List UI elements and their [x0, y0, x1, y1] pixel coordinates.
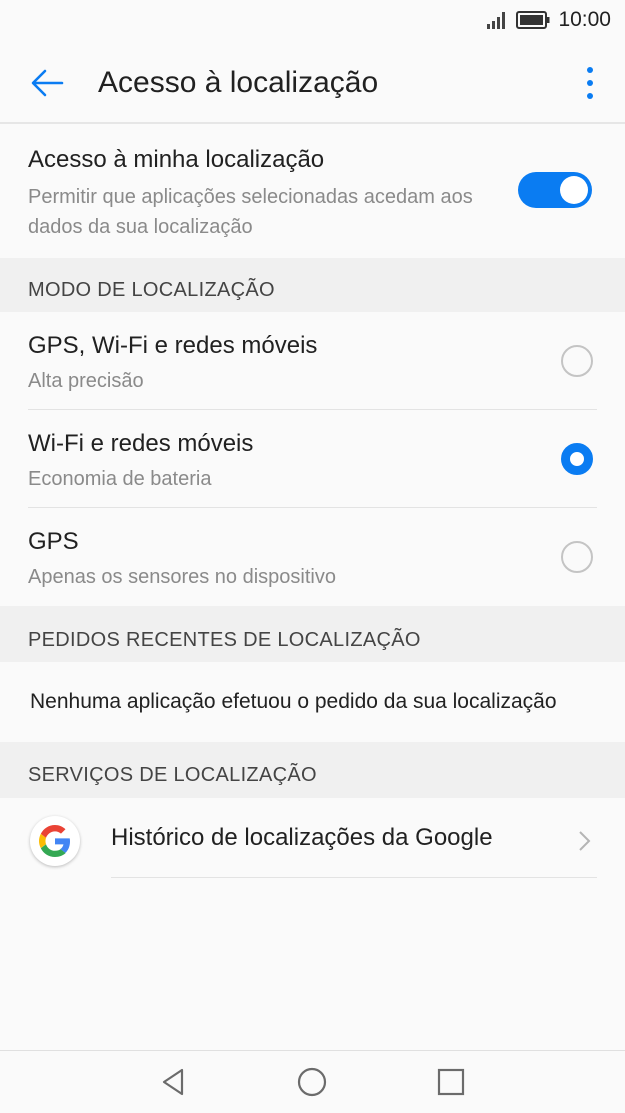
- google-icon: [30, 816, 80, 866]
- nav-recents-icon[interactable]: [434, 1065, 468, 1099]
- section-header: MODO DE LOCALIZAÇÃO: [28, 279, 275, 301]
- toggle-knob: [560, 176, 588, 204]
- location-access-title: Acesso à minha localização: [28, 146, 325, 173]
- chevron-right-icon: [579, 831, 591, 851]
- back-arrow-icon: [31, 69, 64, 97]
- status-icons: 10:00: [486, 8, 611, 32]
- signal-icon: [487, 12, 506, 29]
- app-bar: Acesso à localização: [0, 44, 625, 124]
- battery-icon: [516, 11, 550, 29]
- section-location-mode: MODO DE LOCALIZAÇÃO: [0, 258, 625, 312]
- section-header: SERVIÇOS DE LOCALIZAÇÃO: [28, 764, 317, 786]
- location-access-toggle[interactable]: [518, 172, 592, 208]
- option-subtitle: Economia de bateria: [28, 468, 212, 490]
- option-title: GPS: [28, 528, 79, 555]
- option-text: GPS Apenas os sensores no dispositivo: [28, 528, 336, 592]
- option-subtitle: Apenas os sensores no dispositivo: [28, 566, 336, 588]
- option-title: GPS, Wi-Fi e redes móveis: [28, 332, 318, 359]
- location-access-description: Permitir que aplicações selecionadas ace…: [28, 186, 473, 238]
- mode-option-battery-saving[interactable]: Wi-Fi e redes móveis Economia de bateria: [0, 410, 625, 508]
- more-options-button[interactable]: [577, 62, 603, 104]
- section-recent-requests: PEDIDOS RECENTES DE LOCALIZAÇÃO: [0, 606, 625, 662]
- section-location-services: SERVIÇOS DE LOCALIZAÇÃO: [0, 742, 625, 798]
- status-time: 10:00: [558, 8, 611, 31]
- nav-home-icon[interactable]: [295, 1065, 329, 1099]
- option-subtitle: Alta precisão: [28, 370, 144, 392]
- more-vert-icon: [587, 67, 593, 73]
- divider: [111, 877, 597, 878]
- navigation-bar: [0, 1050, 625, 1113]
- nav-back-icon[interactable]: [156, 1065, 190, 1099]
- mode-option-high-accuracy[interactable]: GPS, Wi-Fi e redes móveis Alta precisão: [0, 312, 625, 410]
- radio-button[interactable]: [561, 541, 593, 573]
- status-bar: 10:00: [0, 0, 625, 44]
- section-header: PEDIDOS RECENTES DE LOCALIZAÇÃO: [28, 629, 421, 651]
- location-access-row[interactable]: Acesso à minha localização Permitir que …: [0, 124, 625, 258]
- google-location-history-label: Histórico de localizações da Google: [111, 824, 493, 851]
- option-text: Wi-Fi e redes móveis Economia de bateria: [28, 430, 253, 494]
- recent-requests-empty: Nenhuma aplicação efetuou o pedido da su…: [0, 662, 625, 742]
- radio-button[interactable]: [561, 345, 593, 377]
- empty-message: Nenhuma aplicação efetuou o pedido da su…: [30, 690, 557, 713]
- back-button[interactable]: [26, 62, 68, 104]
- google-logo: [39, 825, 70, 857]
- mode-option-device-only[interactable]: GPS Apenas os sensores no dispositivo: [0, 508, 625, 606]
- option-text: GPS, Wi-Fi e redes móveis Alta precisão: [28, 332, 317, 396]
- google-location-history-item[interactable]: Histórico de localizações da Google: [0, 798, 625, 878]
- more-vert-dot: [587, 80, 593, 86]
- option-title: Wi-Fi e redes móveis: [28, 430, 254, 457]
- more-vert-dot: [587, 93, 593, 99]
- radio-button-selected[interactable]: [561, 443, 593, 475]
- page-title: Acesso à localização: [98, 66, 379, 99]
